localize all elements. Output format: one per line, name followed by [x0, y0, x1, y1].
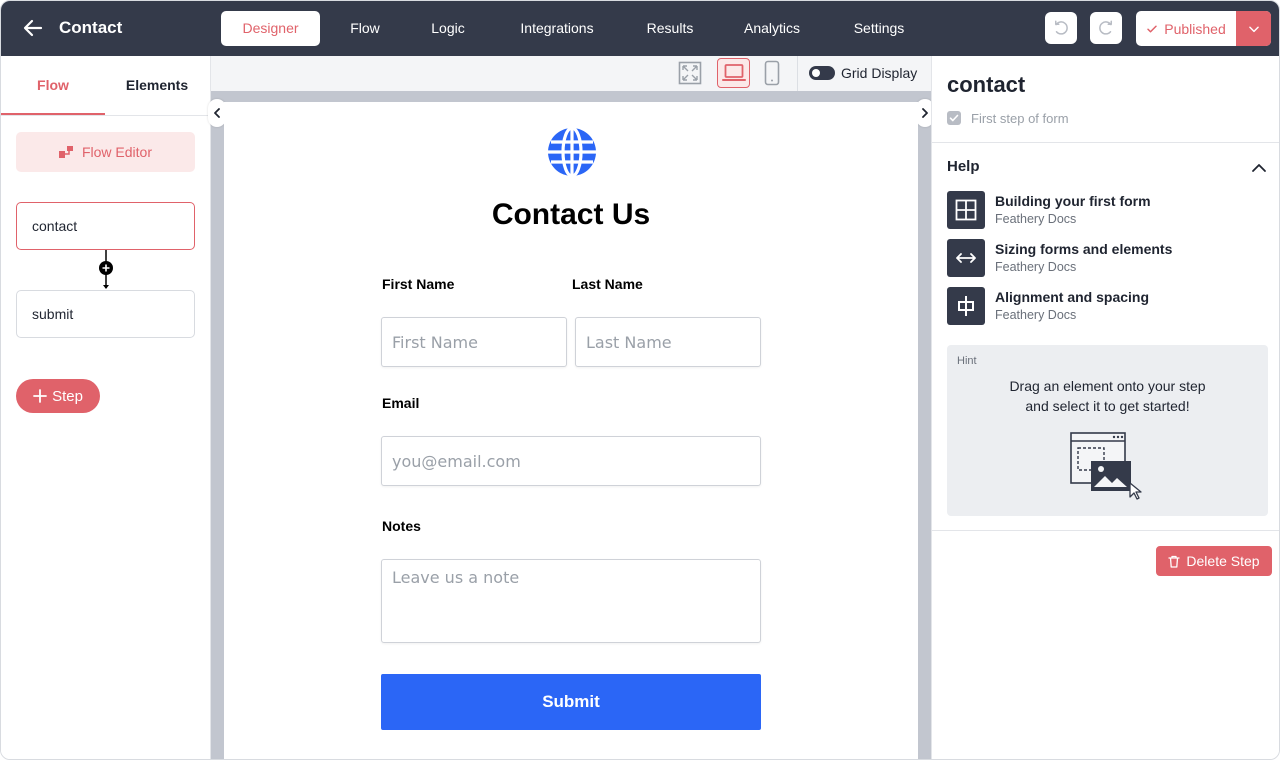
fullscreen-view-button[interactable] [675, 59, 705, 87]
undo-button[interactable] [1045, 12, 1077, 44]
first-name-field[interactable] [381, 317, 567, 367]
help-link-source: Feathery Docs [995, 260, 1077, 274]
globe-icon[interactable] [546, 126, 598, 178]
mobile-icon [764, 60, 780, 86]
add-step-button[interactable]: Step [16, 379, 100, 413]
publish-label: Published [1164, 20, 1226, 37]
grid-display-label: Grid Display [841, 65, 918, 81]
tab-elements-panel[interactable]: Elements [105, 56, 209, 116]
last-name-field[interactable] [575, 317, 761, 367]
step-contact[interactable]: contact [16, 202, 195, 250]
toolbar-divider [797, 56, 798, 91]
help-section-title: Help [947, 158, 980, 175]
trash-icon [1168, 555, 1181, 568]
chevron-left-icon [214, 108, 220, 118]
submit-button[interactable]: Submit [381, 674, 761, 730]
flow-editor-label: Flow Editor [81, 144, 153, 160]
step-connector [99, 250, 113, 289]
tab-designer[interactable]: Designer [221, 11, 320, 46]
form-title[interactable]: Contact Us [224, 198, 918, 232]
right-panel: contact First step of form Help Building… [931, 56, 1279, 759]
hint-line-1: Drag an element onto your step [1009, 378, 1206, 394]
tab-results[interactable]: Results [634, 11, 706, 46]
help-link-alignment[interactable]: Alignment and spacing Feathery Docs [947, 287, 1267, 325]
tab-flow-panel[interactable]: Flow [1, 56, 105, 116]
top-bar: Contact Designer Flow Logic Integrations… [1, 1, 1279, 56]
help-link-title: Building your first form [995, 193, 1151, 209]
mobile-view-button[interactable] [757, 59, 787, 87]
tab-settings[interactable]: Settings [839, 11, 919, 46]
undo-icon [1055, 20, 1068, 35]
hint-box: Hint Drag an element onto your step and … [947, 345, 1268, 516]
publish-options-button[interactable] [1236, 11, 1271, 46]
back-arrow-icon[interactable] [21, 16, 45, 40]
checkmark-icon [949, 114, 959, 122]
tab-flow[interactable]: Flow [334, 11, 396, 46]
step-submit[interactable]: submit [16, 290, 195, 338]
help-link-title: Sizing forms and elements [995, 241, 1173, 257]
redo-icon [1099, 20, 1112, 35]
publish-control: Published [1136, 11, 1271, 46]
first-step-checkbox[interactable] [947, 111, 961, 125]
step-name-title: contact [947, 72, 1026, 97]
laptop-icon [721, 64, 746, 81]
help-link-building-form[interactable]: Building your first form Feathery Docs [947, 191, 1267, 229]
notes-label[interactable]: Notes [382, 518, 421, 534]
form-name: Contact [59, 18, 123, 37]
first-name-label[interactable]: First Name [382, 276, 454, 292]
app-window: Contact Designer Flow Logic Integrations… [0, 0, 1280, 760]
help-link-source: Feathery Docs [995, 212, 1077, 226]
email-label[interactable]: Email [382, 395, 419, 411]
grid-display-toggle[interactable] [809, 66, 835, 80]
canvas-area: Grid Display Contact Us First Name Last … [208, 56, 934, 759]
divider [932, 142, 1279, 143]
resize-icon [947, 239, 985, 277]
left-sidebar: Flow Elements Flow Editor contact submit… [1, 56, 211, 759]
publish-button[interactable]: Published [1136, 11, 1236, 46]
add-step-label: Step [52, 387, 83, 405]
divider [932, 530, 1279, 531]
drag-element-illustration-icon [1070, 432, 1142, 500]
tab-logic[interactable]: Logic [417, 11, 479, 46]
help-link-source: Feathery Docs [995, 308, 1077, 322]
help-link-sizing[interactable]: Sizing forms and elements Feathery Docs [947, 239, 1267, 277]
toggle-knob [812, 69, 820, 77]
layout-icon [947, 191, 985, 229]
redo-button[interactable] [1090, 12, 1122, 44]
plus-icon [33, 389, 47, 403]
align-icon [947, 287, 985, 325]
hint-text: Drag an element onto your step and selec… [947, 376, 1268, 416]
tab-analytics[interactable]: Analytics [730, 11, 814, 46]
notes-field[interactable] [381, 559, 761, 643]
canvas-toolbar: Grid Display [211, 56, 931, 91]
chevron-right-icon [922, 108, 928, 118]
fullscreen-icon [678, 61, 702, 85]
delete-step-label: Delete Step [1186, 553, 1260, 569]
flow-editor-button[interactable]: Flow Editor [16, 132, 195, 172]
desktop-view-button[interactable] [717, 58, 750, 88]
form-preview: Contact Us First Name Last Name Email No… [224, 102, 918, 759]
chevron-up-icon[interactable] [1250, 159, 1268, 177]
hint-line-2: and select it to get started! [1025, 398, 1190, 414]
hint-label: Hint [957, 355, 977, 367]
check-icon [1147, 25, 1157, 32]
chevron-down-icon [1248, 26, 1259, 32]
last-name-label[interactable]: Last Name [572, 276, 643, 292]
delete-step-button[interactable]: Delete Step [1156, 546, 1272, 576]
first-step-label: First step of form [971, 111, 1069, 126]
flow-editor-icon [58, 146, 73, 158]
help-link-title: Alignment and spacing [995, 289, 1150, 305]
tabs-divider [1, 115, 211, 116]
email-field[interactable] [381, 436, 761, 486]
tab-integrations[interactable]: Integrations [503, 11, 611, 46]
